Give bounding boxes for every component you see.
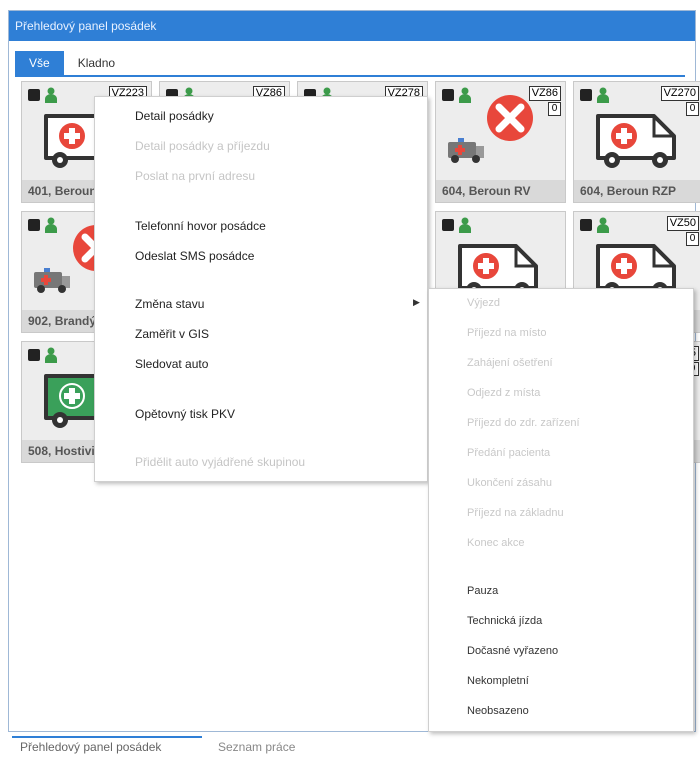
context-menu-item[interactable]: Odeslat SMS posádce: [135, 249, 254, 263]
context-menu-item[interactable]: Opětovný tisk PKV: [135, 407, 235, 421]
status-submenu-item: Příjezd do zdr. zařízení: [467, 417, 580, 429]
tab-underline: [15, 75, 685, 77]
context-menu-item-label: Telefonní hovor posádce: [135, 219, 266, 233]
context-menu-item-label: Detail posádky: [135, 109, 214, 123]
context-menu-item[interactable]: Sledovat auto: [135, 357, 208, 371]
status-submenu: Výjezd Příjezd na místo Zahájení ošetření O…: [428, 288, 694, 732]
vehicle-code: VZ50: [666, 216, 699, 231]
filter-tabs: Vše Kladno: [15, 51, 129, 75]
red-x-icon: [486, 94, 534, 142]
status-square-icon: [580, 219, 592, 231]
status-submenu-item: Předání pacienta: [467, 447, 551, 459]
tab-kladno[interactable]: Kladno: [64, 51, 129, 75]
status-submenu-item[interactable]: Neobsazeno: [467, 705, 529, 717]
bottom-tabs: Přehledový panel posádek Seznam práce: [8, 736, 696, 763]
context-menu-item: Poslat na první adresu: [135, 169, 255, 183]
tab-crew-panel[interactable]: Přehledový panel posádek: [20, 740, 161, 754]
crew-card[interactable]: VZ86 0 604, Beroun RV: [435, 81, 566, 203]
tab-all[interactable]: Vše: [15, 51, 64, 75]
context-menu-item[interactable]: Zaměřit v GIS: [135, 327, 209, 341]
event-count: 0: [686, 232, 699, 246]
active-tab-indicator: [12, 736, 202, 738]
status-submenu-item: Příjezd na místo: [467, 327, 547, 339]
crew-card[interactable]: VZ270 0 604, Beroun RZP: [573, 81, 700, 203]
status-submenu-item: Zahájení ošetření: [467, 357, 553, 369]
status-square-icon: [28, 89, 40, 101]
status-square-icon: [442, 219, 454, 231]
crew-person-icon: [44, 347, 58, 363]
status-submenu-item[interactable]: Technická jízda: [467, 615, 542, 627]
crew-person-icon: [596, 217, 610, 233]
vehicle-code: VZ270: [660, 86, 699, 101]
status-submenu-item: Výjezd: [467, 297, 501, 309]
chevron-right-icon: ▶: [413, 297, 420, 307]
ambulance-icon: [594, 106, 686, 172]
small-ambulance-icon: [32, 266, 72, 294]
status-square-icon: [28, 219, 40, 231]
context-menu-item-label: Změna stavu: [135, 297, 205, 311]
crew-name: 604, Beroun RZP: [574, 180, 700, 202]
small-ambulance-icon: [446, 136, 486, 164]
status-submenu-item: Příjezd na základnu: [467, 507, 564, 519]
status-square-icon: [580, 89, 592, 101]
status-submenu-item: Konec akce: [467, 537, 525, 549]
status-square-icon: [442, 89, 454, 101]
tab-work-list[interactable]: Seznam práce: [218, 740, 295, 754]
context-menu-item-label: Poslat na první adresu: [135, 169, 256, 183]
window-title: Přehledový panel posádek: [9, 11, 695, 41]
status-submenu-item[interactable]: Nekompletní: [467, 675, 529, 687]
crew-person-icon: [596, 87, 610, 103]
context-menu-item[interactable]: Detail posádky: [135, 109, 214, 123]
context-menu-item: Přidělit auto vyjádřené skupinou: [135, 455, 305, 469]
context-menu-item-label: Odeslat SMS posádce: [135, 249, 255, 263]
context-menu-item-label: Zaměřit v GIS: [135, 327, 210, 341]
context-menu-item[interactable]: Telefonní hovor posádce: [135, 219, 266, 233]
status-submenu-item[interactable]: Dočasné vyřazeno: [467, 645, 558, 657]
context-menu-item[interactable]: Změna stavu ▶: [135, 297, 420, 311]
status-submenu-item: Ukončení zásahu: [467, 477, 552, 489]
status-square-icon: [28, 349, 40, 361]
crew-name: 604, Beroun RV: [436, 180, 565, 202]
crew-person-icon: [44, 87, 58, 103]
crew-person-icon: [458, 217, 472, 233]
status-submenu-item: Odjezd z místa: [467, 387, 541, 399]
crew-person-icon: [458, 87, 472, 103]
context-menu: Detail posádky Detail posádky a příjezdu P…: [94, 96, 428, 482]
event-count: 0: [686, 102, 699, 116]
status-submenu-item[interactable]: Pauza: [467, 585, 498, 597]
context-menu-item: Detail posádky a příjezdu: [135, 139, 270, 153]
context-menu-item-label: Opětovný tisk PKV: [135, 407, 236, 421]
context-menu-item-label: Detail posádky a příjezdu: [135, 139, 270, 153]
context-menu-item-label: Sledovat auto: [135, 357, 209, 371]
crew-person-icon: [44, 217, 58, 233]
event-count: 0: [548, 102, 561, 116]
context-menu-item-label: Přidělit auto vyjádřené skupinou: [135, 455, 306, 469]
